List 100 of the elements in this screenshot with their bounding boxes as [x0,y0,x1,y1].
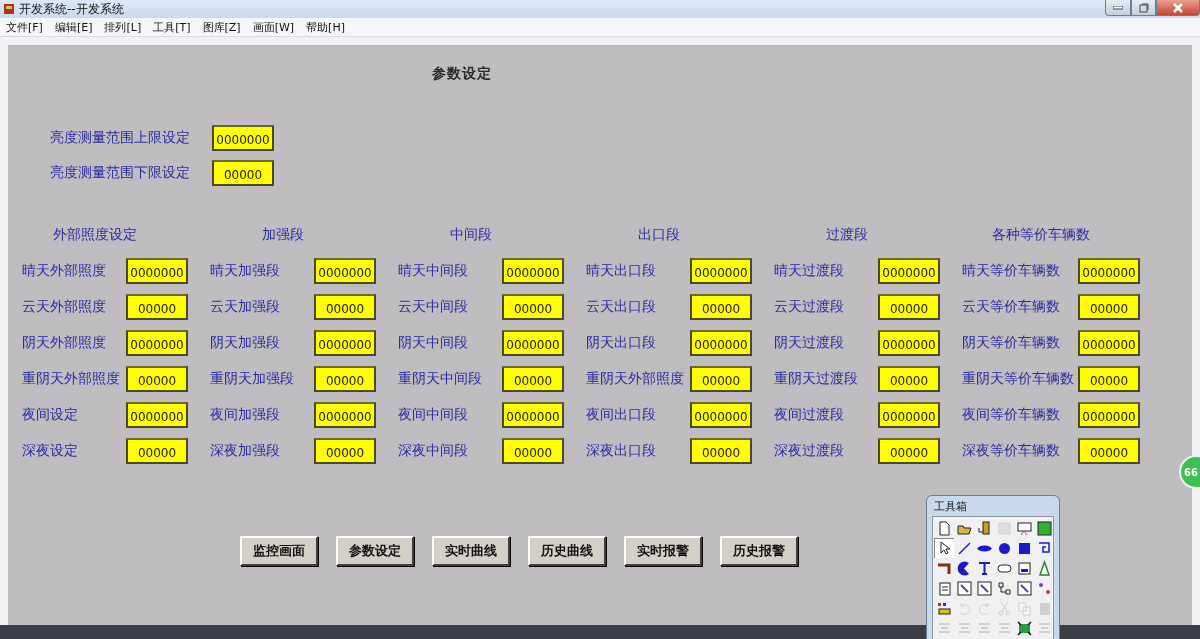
tool-icon [1015,559,1033,577]
value-field[interactable]: 0000000 [878,258,940,284]
nav-button[interactable]: 监控画面 [240,536,318,566]
field-label: 深夜设定 [22,442,78,460]
value-field[interactable]: 0000000 [502,330,564,356]
tool-icon [975,579,993,597]
nav-button[interactable]: 实时曲线 [432,536,510,566]
close-button[interactable] [1156,0,1200,16]
value-field[interactable]: 00000 [690,294,752,320]
menu-item[interactable]: 文件[F] [6,19,43,35]
tool-icon [995,579,1013,597]
menu-item[interactable]: 排列[L] [104,19,142,35]
value-field[interactable]: 0000000 [126,258,188,284]
menu-item[interactable]: 画面[W] [252,19,295,35]
field-label: 晴天等价车辆数 [962,262,1060,280]
tool-icon [1015,599,1033,617]
nav-button[interactable]: 历史报警 [720,536,798,566]
menu-item[interactable]: 图库[Z] [202,19,241,35]
field-label: 夜间加强段 [210,406,280,424]
field-label: 晴天过渡段 [774,262,844,280]
value-field[interactable]: 00000 [502,294,564,320]
section-header: 过渡段 [826,226,869,244]
nav-button[interactable]: 历史曲线 [528,536,606,566]
value-field[interactable]: 00000 [314,366,376,392]
field-label: 夜间过渡段 [774,406,844,424]
field-label: 晴天外部照度 [22,262,106,280]
value-field[interactable]: 00000 [212,160,274,186]
value-field[interactable]: 00000 [690,366,752,392]
window-title: 开发系统--开发系统 [19,0,124,18]
value-field[interactable]: 00000 [126,438,188,464]
tool-icon [995,519,1013,537]
tool-button[interactable] [1014,618,1034,638]
restore-button[interactable] [1131,0,1156,16]
tool-button[interactable] [954,578,974,598]
field-label: 阴天等价车辆数 [962,334,1060,352]
value-field[interactable]: 0000000 [502,258,564,284]
field-label: 阴天中间段 [398,334,468,352]
value-field[interactable]: 00000 [878,438,940,464]
value-field[interactable]: 0000000 [502,402,564,428]
section-header: 加强段 [262,226,305,244]
value-field[interactable]: 00000 [126,366,188,392]
tool-icon [1015,519,1033,537]
tool-button[interactable] [974,578,994,598]
value-field[interactable]: 0000000 [1078,258,1140,284]
value-field[interactable]: 0000000 [878,330,940,356]
minimize-button[interactable] [1105,0,1131,16]
value-field[interactable]: 00000 [878,366,940,392]
menu-item[interactable]: 工具[T] [153,19,191,35]
field-label: 阴天加强段 [210,334,280,352]
close-icon [1173,2,1183,13]
toolbox-title: 工具箱 [933,498,968,515]
field-label: 晴天出口段 [586,262,656,280]
nav-button[interactable]: 参数设定 [336,536,414,566]
value-field[interactable]: 0000000 [690,402,752,428]
value-field[interactable]: 00000 [314,438,376,464]
value-field[interactable]: 00000 [1078,366,1140,392]
section-header: 各种等价车辆数 [992,226,1091,244]
value-field[interactable]: 00000 [1078,294,1140,320]
field-label: 深夜过渡段 [774,442,844,460]
app-icon [3,3,15,15]
nav-button[interactable]: 实时报警 [624,536,702,566]
field-label: 云天外部照度 [22,298,106,316]
tool-icon [1035,519,1053,537]
tool-button[interactable] [1014,578,1034,598]
field-label: 重阴天外部照度 [586,370,684,388]
value-field[interactable]: 0000000 [690,258,752,284]
value-field[interactable]: 00000 [690,438,752,464]
field-label: 重阴天过渡段 [774,370,858,388]
value-field[interactable]: 00000 [314,294,376,320]
value-field[interactable]: 0000000 [126,402,188,428]
field-label: 深夜中间段 [398,442,468,460]
menu-item[interactable]: 编辑[E] [54,19,93,35]
field-label: 深夜等价车辆数 [962,442,1060,460]
restore-icon [1138,2,1149,13]
value-field[interactable]: 00000 [502,438,564,464]
field-label: 晴天中间段 [398,262,468,280]
tool-button[interactable] [934,538,954,558]
field-label: 云天加强段 [210,298,280,316]
tool-icon [975,519,993,537]
value-field[interactable]: 0000000 [690,330,752,356]
value-field[interactable]: 0000000 [314,258,376,284]
value-field[interactable]: 0000000 [1078,402,1140,428]
value-field[interactable]: 0000000 [314,330,376,356]
field-label: 重阴天外部照度 [22,370,120,388]
field-label: 深夜出口段 [586,442,656,460]
field-label: 夜间设定 [22,406,78,424]
menu-item[interactable]: 帮助[H] [306,19,345,35]
tool-icon [1015,619,1033,637]
value-field[interactable]: 00000 [126,294,188,320]
value-field[interactable]: 0000000 [212,125,274,151]
field-label: 云天出口段 [586,298,656,316]
value-field[interactable]: 00000 [878,294,940,320]
value-field[interactable]: 0000000 [126,330,188,356]
value-field[interactable]: 0000000 [878,402,940,428]
field-label: 亮度测量范围下限设定 [50,164,191,182]
field-label: 深夜加强段 [210,442,280,460]
value-field[interactable]: 00000 [1078,438,1140,464]
value-field[interactable]: 0000000 [314,402,376,428]
value-field[interactable]: 00000 [502,366,564,392]
value-field[interactable]: 0000000 [1078,330,1140,356]
